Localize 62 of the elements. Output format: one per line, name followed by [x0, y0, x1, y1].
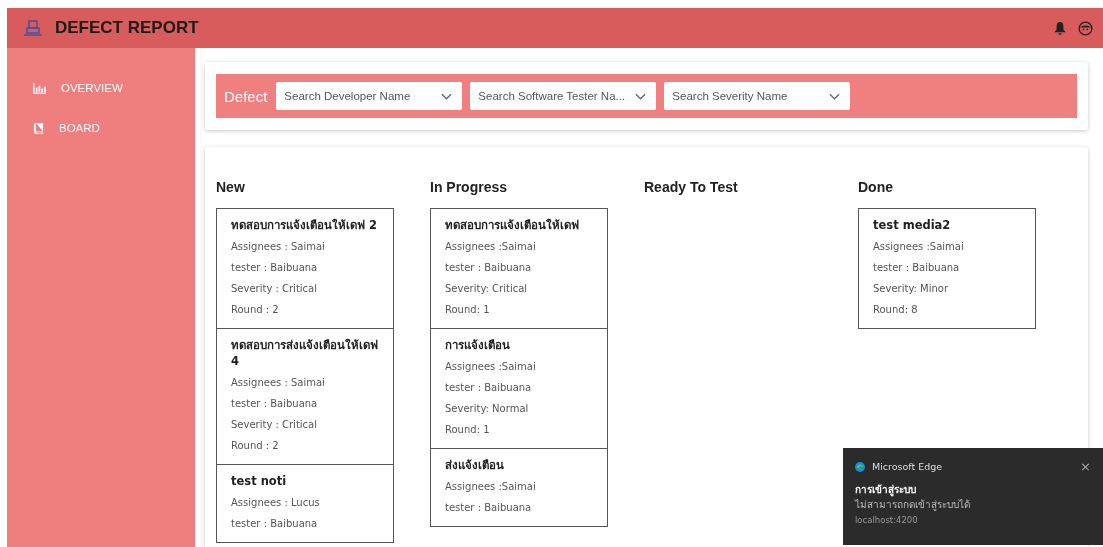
task-card[interactable]: test noti Assignees : Lucus tester : Baibuana [216, 464, 394, 543]
task-field: tester : Baibuana [445, 377, 593, 398]
filter-label: Defect [224, 87, 268, 105]
notification-source: localhost:4200 [855, 515, 919, 525]
task-field: tester : Baibuana [873, 257, 1021, 278]
task-field: Assignees :Saimai [445, 476, 593, 497]
column-title: In Progress [430, 179, 509, 195]
column-title: Ready To Test [644, 179, 739, 195]
task-field: Assignees : Lucus [231, 492, 379, 513]
task-field: Assignees :Saimai [445, 236, 593, 257]
bar-chart-icon [33, 82, 46, 94]
chevron-down-icon [441, 92, 453, 100]
bell-icon[interactable] [1054, 21, 1066, 35]
task-field: Assignees :Saimai [873, 236, 1021, 257]
task-title: ทดสอบการส่งแจ้งเตือนให้เดฟ 4 [231, 337, 379, 370]
task-field: tester : Baibuana [445, 497, 593, 518]
search-dropdown[interactable]: Search Software Tester Na... [470, 82, 657, 110]
task-field: Round : 2 [231, 299, 379, 320]
task-field: Severity: Normal [445, 398, 593, 419]
book-icon [33, 122, 44, 134]
task-title: ส่งแจ้งเตือน [445, 457, 505, 474]
app-title: DEFECT REPORT [55, 18, 199, 38]
logo-icon [23, 18, 43, 38]
task-field: tester : Baibuana [231, 513, 379, 534]
task-card[interactable]: ทดสอบการแจ้งเตือนให้เดฟ 2 Assignees : Saimai tester : Baibuana Severity : Critical Round : 2 [216, 208, 394, 329]
chevron-down-icon [635, 92, 647, 100]
browser-icon [855, 461, 865, 472]
user-avatar-icon[interactable] [1078, 20, 1093, 36]
task-field: Severity : Critical [231, 414, 379, 435]
task-field: Severity: Critical [445, 278, 593, 299]
task-title: ทดสอบการแจ้งเตือนให้เดฟ [445, 217, 580, 234]
search-dropdown[interactable]: Search Developer Name [276, 82, 463, 110]
task-field: Round: 1 [445, 299, 593, 320]
notification-app: Microsoft Edge [872, 461, 943, 472]
task-field: tester : Baibuana [231, 257, 379, 278]
task-field: tester : Baibuana [445, 257, 593, 278]
task-title: ทดสอบการแจ้งเตือนให้เดฟ 2 [231, 217, 378, 234]
task-field: Assignees : Saimai [231, 236, 379, 257]
task-card[interactable]: การแจ้งเตือน Assignees :Saimai tester : Baibuana Severity: Normal Round: 1 [430, 328, 608, 449]
task-card[interactable]: ทดสอบการส่งแจ้งเตือนให้เดฟ 4 Assignees : Saimai tester : Baibuana Severity : Critical Round : 2 [216, 328, 394, 465]
task-card[interactable]: test media2 Assignees :Saimai tester : Baibuana Severity: Minor Round: 8 [858, 208, 1036, 329]
close-button[interactable]: × [1080, 459, 1091, 474]
task-field: Severity: Minor [873, 278, 1021, 299]
task-field: tester : Baibuana [231, 393, 379, 414]
search-dropdown[interactable]: Search Severity Name [664, 82, 851, 110]
task-field: Round : 2 [231, 435, 379, 456]
chevron-down-icon [829, 92, 841, 100]
notification-toast[interactable]: Microsoft Edge × การเข้าสู่ระบบ ไม่สามารถกดเข้าสู่ระบบได้ localhost:4200 [843, 448, 1103, 545]
task-card[interactable]: ทดสอบการแจ้งเตือนให้เดฟ Assignees :Saimai tester : Baibuana Severity: Critical Round: 1 [430, 208, 608, 329]
task-field: Round: 1 [445, 419, 593, 440]
task-title: test media2 [873, 217, 952, 234]
task-card[interactable]: ส่งแจ้งเตือน Assignees :Saimai tester : Baibuana [430, 448, 608, 527]
column-title: New [216, 179, 246, 195]
task-title: test noti [231, 473, 288, 490]
task-field: Severity : Critical [231, 278, 379, 299]
notification-title: การเข้าสู่ระบบ [855, 483, 917, 497]
task-title: การแจ้งเตือน [445, 337, 511, 354]
task-field: Assignees : Saimai [231, 372, 379, 393]
notification-message: ไม่สามารถกดเข้าสู่ระบบได้ [855, 498, 971, 512]
column-title: Done [858, 179, 894, 195]
task-field: Assignees :Saimai [445, 356, 593, 377]
task-field: Round: 8 [873, 299, 1021, 320]
